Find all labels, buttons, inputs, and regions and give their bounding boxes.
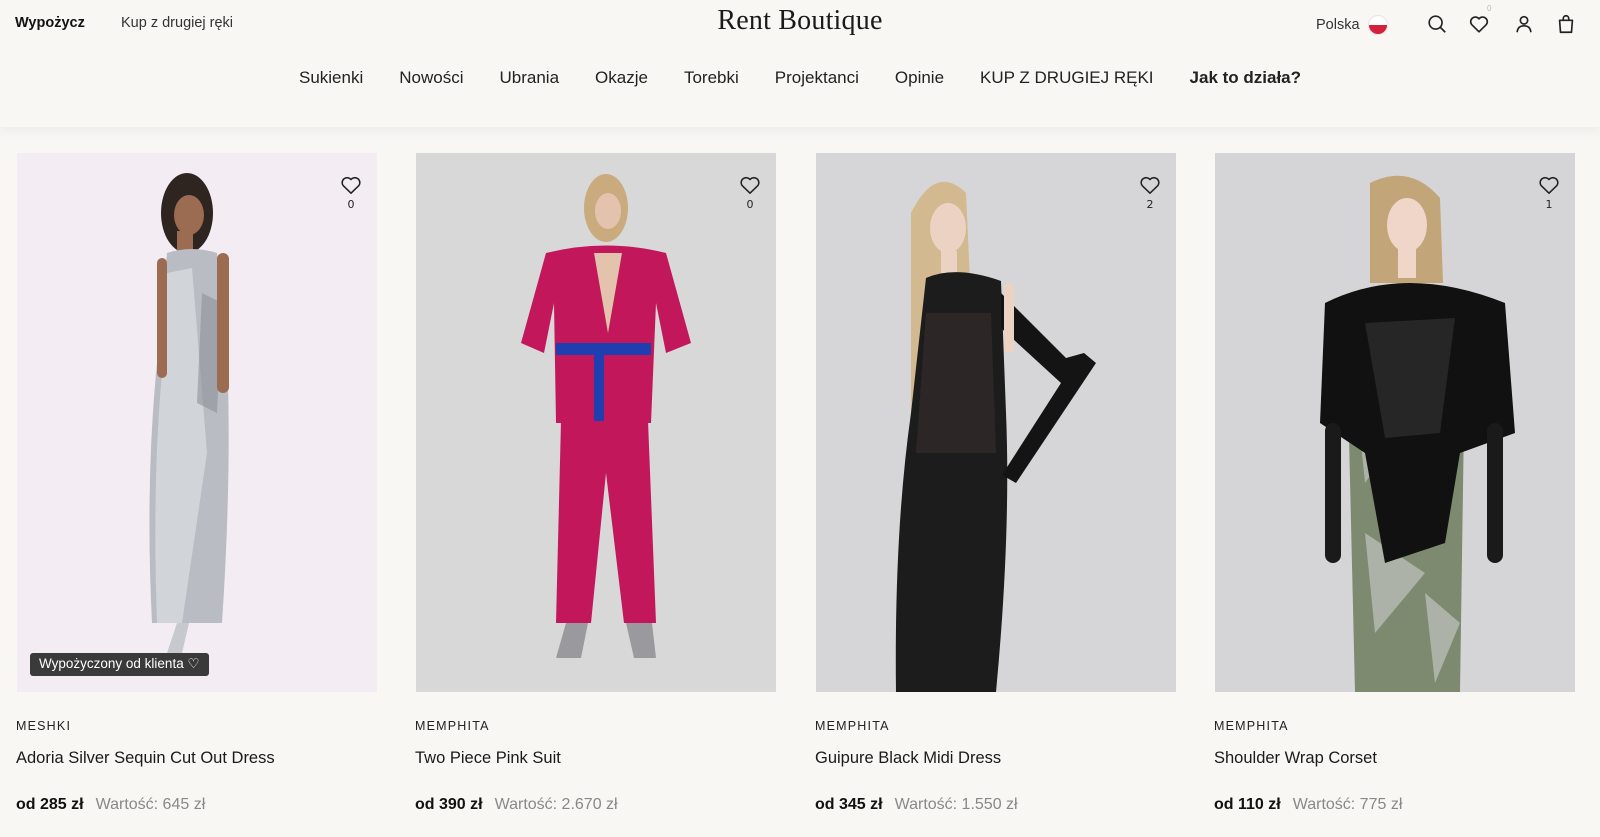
retail-value: Wartość: 775 zł — [1292, 796, 1403, 813]
product-brand: MEMPHITA — [415, 719, 490, 733]
product-prices: od 110 zł Wartość: 775 zł — [1214, 796, 1402, 814]
product-prices: od 345 zł Wartość: 1.550 zł — [815, 796, 1018, 814]
main-nav: Sukienki Nowości Ubrania Okazje Torebki … — [0, 68, 1600, 88]
product-image[interactable]: 0 — [416, 153, 776, 692]
site-header: Wypożycz Kup z drugiej ręki Rent Boutiqu… — [0, 0, 1600, 127]
retail-value: Wartość: 645 zł — [95, 796, 206, 813]
favorite-button[interactable]: 1 — [1537, 175, 1561, 211]
product-brand: MEMPHITA — [1214, 719, 1289, 733]
favorite-count: 2 — [1146, 198, 1154, 211]
product-image[interactable]: 2 — [816, 153, 1176, 692]
search-icon[interactable] — [1426, 13, 1448, 35]
product-card[interactable]: 1 MEMPHITA Shoulder Wrap Corset od 110 z… — [1214, 153, 1575, 813]
product-prices: od 285 zł Wartość: 645 zł — [16, 796, 205, 814]
product-card[interactable]: 0 Wypożyczony od klienta ♡ MESHKI Adoria… — [16, 153, 377, 813]
nav-item-designers[interactable]: Projektanci — [775, 68, 859, 88]
favorite-count: 1 — [1545, 198, 1553, 211]
retail-value: Wartość: 2.670 zł — [494, 796, 618, 813]
model-silver-dress-photo — [17, 153, 377, 692]
country-selector[interactable]: Polska — [1316, 15, 1388, 35]
account-icon[interactable] — [1513, 13, 1535, 35]
nav-item-clothes[interactable]: Ubrania — [500, 68, 560, 88]
nav-item-occasions[interactable]: Okazje — [595, 68, 648, 88]
product-prices: od 390 zł Wartość: 2.670 zł — [415, 796, 618, 814]
product-brand: MESHKI — [16, 719, 72, 733]
nav-item-how-it-works[interactable]: Jak to działa? — [1190, 68, 1301, 88]
favorite-button[interactable]: 2 — [1138, 175, 1162, 211]
product-card[interactable]: 2 MEMPHITA Guipure Black Midi Dress od 3… — [815, 153, 1176, 813]
wishlist-heart-icon[interactable] — [1468, 13, 1490, 35]
heart-icon — [740, 176, 760, 194]
product-brand: MEMPHITA — [815, 719, 890, 733]
model-black-lace-dress-photo — [816, 153, 1176, 692]
heart-icon — [341, 176, 361, 194]
heart-icon — [1140, 176, 1160, 194]
nav-item-reviews[interactable]: Opinie — [895, 68, 944, 88]
rental-price: od 345 zł — [815, 796, 883, 813]
product-image[interactable]: 0 Wypożyczony od klienta ♡ — [17, 153, 377, 692]
product-name[interactable]: Shoulder Wrap Corset — [1214, 749, 1377, 768]
nav-item-new[interactable]: Nowości — [399, 68, 463, 88]
favorite-count: 0 — [347, 198, 355, 211]
rental-price: od 285 zł — [16, 796, 84, 813]
heart-icon — [1539, 176, 1559, 194]
nav-item-dresses[interactable]: Sukienki — [299, 68, 363, 88]
product-name[interactable]: Guipure Black Midi Dress — [815, 749, 1001, 768]
favorite-button[interactable]: 0 — [339, 175, 363, 211]
rental-price: od 110 zł — [1214, 796, 1281, 813]
product-name[interactable]: Adoria Silver Sequin Cut Out Dress — [16, 749, 275, 768]
favorite-button[interactable]: 0 — [738, 175, 762, 211]
country-label: Polska — [1316, 17, 1360, 33]
model-shoulder-wrap-corset-photo — [1215, 153, 1575, 692]
rented-from-customer-badge: Wypożyczony od klienta ♡ — [30, 653, 209, 676]
poland-flag-icon — [1367, 15, 1388, 35]
favorite-count: 0 — [746, 198, 754, 211]
model-pink-suit-photo — [416, 153, 776, 692]
rental-price: od 390 zł — [415, 796, 483, 813]
nav-item-resale[interactable]: KUP Z DRUGIEJ RĘKI — [980, 68, 1154, 88]
cart-bag-icon[interactable] — [1555, 13, 1577, 35]
product-image[interactable]: 1 — [1215, 153, 1575, 692]
nav-item-bags[interactable]: Torebki — [684, 68, 739, 88]
product-name[interactable]: Two Piece Pink Suit — [415, 749, 561, 768]
retail-value: Wartość: 1.550 zł — [894, 796, 1018, 813]
product-card[interactable]: 0 MEMPHITA Two Piece Pink Suit od 390 zł… — [415, 153, 776, 813]
wishlist-count: 0 — [1487, 4, 1492, 13]
